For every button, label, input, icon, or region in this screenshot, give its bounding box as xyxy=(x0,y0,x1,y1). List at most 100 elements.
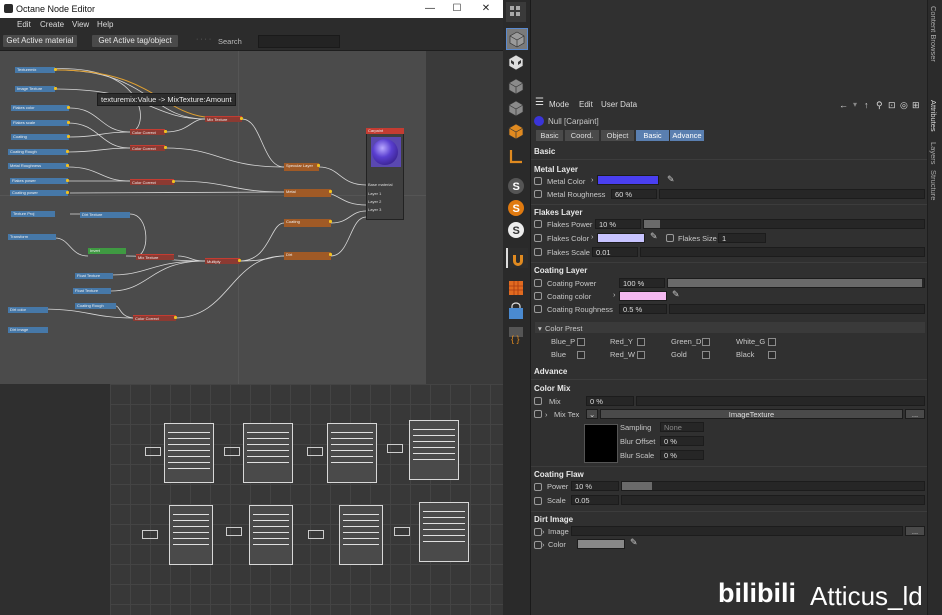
keyframe-icon[interactable] xyxy=(534,292,542,300)
dirt-color-swatch[interactable] xyxy=(577,539,625,549)
lock-icon[interactable]: ⊡ xyxy=(888,100,896,111)
orange-grid-icon[interactable] xyxy=(506,278,526,298)
close-button[interactable]: ✕ xyxy=(475,2,497,16)
new-panel-icon[interactable]: ⊞ xyxy=(912,100,920,111)
port[interactable] xyxy=(164,146,167,149)
node-mix-texture[interactable]: Mix Texture xyxy=(136,254,174,260)
port[interactable] xyxy=(67,106,70,109)
tab-content-browser[interactable]: Content Browser xyxy=(929,6,938,62)
node-color-correct[interactable]: Color Correct xyxy=(133,315,176,321)
output-port-layer1[interactable]: Layer 1 xyxy=(368,191,381,196)
port[interactable] xyxy=(67,121,70,124)
coating-color-swatch[interactable] xyxy=(619,291,667,301)
menu-create[interactable]: Create xyxy=(40,20,64,29)
object-thumbnail[interactable] xyxy=(327,423,377,483)
keyframe-icon[interactable] xyxy=(534,410,542,418)
mix-tex-button[interactable]: ImageTexture xyxy=(600,409,903,419)
sky-icon[interactable]: S xyxy=(506,198,526,218)
node-coating[interactable]: Coating xyxy=(11,134,69,140)
tab-structure[interactable]: Structure xyxy=(929,170,938,200)
port[interactable] xyxy=(66,164,69,167)
node-flakes-power[interactable]: Flakes power xyxy=(10,178,68,184)
dropdown-arrow-icon[interactable]: ▾ xyxy=(853,100,857,109)
grid-icon[interactable] xyxy=(506,2,526,22)
collapse-arrow-icon[interactable]: ▾ xyxy=(538,324,542,333)
node-specular-layer[interactable]: Specular Layer xyxy=(284,163,319,171)
mix-slider[interactable] xyxy=(636,396,925,406)
keyframe-icon[interactable] xyxy=(534,528,542,536)
tab-layers[interactable]: Layers xyxy=(929,142,938,165)
search-input[interactable] xyxy=(258,35,340,48)
bracket-grid-icon[interactable]: { } xyxy=(506,324,526,344)
node-mix-texture[interactable]: Mix Texture xyxy=(205,116,242,122)
keyframe-icon[interactable] xyxy=(534,397,542,405)
node-multiply[interactable]: Multiply xyxy=(205,258,240,264)
node-metal-roughness[interactable]: Metal Roughness xyxy=(8,163,68,169)
color-preset-header-bar[interactable] xyxy=(535,322,925,333)
keyframe-icon[interactable] xyxy=(666,234,674,242)
sky-icon[interactable]: S xyxy=(506,220,526,240)
metal-color-swatch[interactable] xyxy=(597,175,659,185)
mix-tex-more-button[interactable]: ... xyxy=(905,409,925,419)
menu-user-data[interactable]: User Data xyxy=(601,100,637,109)
tab-attributes[interactable]: Attributes xyxy=(929,100,938,132)
node-dirt-color[interactable]: Dirt color xyxy=(8,307,48,313)
tab-object[interactable]: Object xyxy=(601,130,634,141)
tab-basic[interactable]: Basic xyxy=(536,130,563,141)
sampling-dropdown[interactable]: None xyxy=(660,422,704,432)
hamburger-icon[interactable]: ☰ xyxy=(535,97,544,108)
preset-black-checkbox[interactable] xyxy=(768,351,776,359)
minimize-button[interactable]: — xyxy=(419,2,441,16)
eyedropper-icon[interactable]: ✎ xyxy=(667,174,675,185)
image-more-button[interactable]: ... xyxy=(905,526,925,536)
object-thumbnail[interactable] xyxy=(339,505,383,565)
cube-icon[interactable] xyxy=(506,76,526,96)
port[interactable] xyxy=(317,164,320,167)
object-thumbnail[interactable] xyxy=(409,420,459,480)
output-port-layer3[interactable]: Layer 3 xyxy=(368,207,381,212)
port[interactable] xyxy=(66,179,69,182)
get-active-tag-button[interactable]: Get Active tag/object xyxy=(92,35,178,47)
orange-cube-icon[interactable] xyxy=(506,121,526,141)
node-float-texture[interactable]: Float Texture xyxy=(75,273,113,279)
up-arrow-icon[interactable]: ↑ xyxy=(864,100,869,110)
preset-red-y-checkbox[interactable] xyxy=(637,338,645,346)
blur-offset-input[interactable]: 0 % xyxy=(660,436,704,446)
port[interactable] xyxy=(238,259,241,262)
coating-roughness-input[interactable]: 0.5 % xyxy=(619,304,667,314)
menu-mode[interactable]: Mode xyxy=(549,100,569,109)
coating-power-input[interactable]: 100 % xyxy=(619,278,665,288)
node-dirt-texture[interactable]: Dirt Texture xyxy=(80,212,130,218)
expand-arrow-icon[interactable]: › xyxy=(613,290,616,299)
port[interactable] xyxy=(174,316,177,319)
coating-roughness-slider[interactable] xyxy=(669,304,925,314)
flakes-scale-input[interactable]: 0.01 xyxy=(592,247,638,257)
node-transform[interactable]: Transform xyxy=(8,234,56,240)
port[interactable] xyxy=(329,190,332,193)
metal-roughness-slider[interactable] xyxy=(659,189,925,199)
expand-arrow-icon[interactable]: › xyxy=(542,540,545,549)
preset-gold-checkbox[interactable] xyxy=(702,351,710,359)
expand-arrow-icon[interactable]: › xyxy=(545,410,548,419)
power-input[interactable]: 10 % xyxy=(571,481,619,491)
object-thumbnail[interactable] xyxy=(419,502,469,562)
node-color-correct[interactable]: Color Correct xyxy=(130,145,165,151)
port[interactable] xyxy=(66,191,69,194)
scale-input[interactable]: 0.05 xyxy=(571,495,619,505)
cube-icon[interactable] xyxy=(506,98,526,118)
node-texturemix[interactable]: Texturemix xyxy=(15,67,55,73)
port[interactable] xyxy=(329,253,332,256)
port[interactable] xyxy=(240,117,243,120)
power-slider[interactable] xyxy=(621,481,925,491)
node-coating-rough-2[interactable]: Coating Rough xyxy=(75,303,116,309)
search-icon[interactable]: ⚲ xyxy=(876,100,883,111)
eyedropper-icon[interactable]: ✎ xyxy=(672,289,680,300)
node-coating-layer[interactable]: Coating xyxy=(284,219,331,227)
lock-grid-icon[interactable] xyxy=(506,302,526,322)
magnet-icon[interactable] xyxy=(506,248,528,268)
tab-advance[interactable]: Advance xyxy=(670,130,704,141)
tab-basic-user[interactable]: Basic xyxy=(636,130,669,141)
port[interactable] xyxy=(172,180,175,183)
node-flakes-scale[interactable]: Flakes scale xyxy=(11,120,69,126)
node-color-correct[interactable]: Color Correct xyxy=(130,129,165,135)
